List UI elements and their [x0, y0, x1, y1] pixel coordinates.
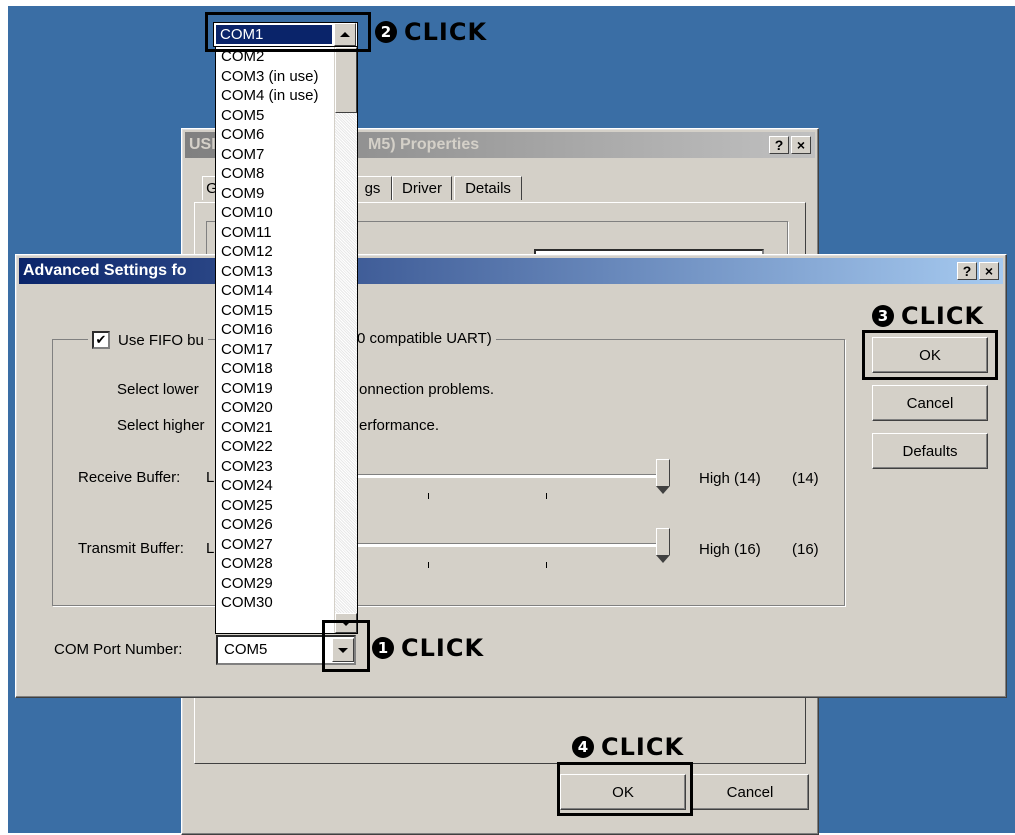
com-dropdown-item[interactable]: COM9 — [216, 184, 334, 204]
dialog-titlebar: Advanced Settings fo ? × — [19, 258, 1003, 284]
transmit-slider-thumb[interactable] — [656, 528, 670, 563]
step-number-1: 1 — [372, 637, 394, 659]
advanced-settings-dialog: Advanced Settings fo ? × ✔ Use FIFO bu 0… — [15, 254, 1007, 698]
com-dropdown-item[interactable]: COM28 — [216, 554, 334, 574]
annotation-step3: 3 CLICK — [872, 302, 984, 330]
com-dropdown-item[interactable]: COM20 — [216, 398, 334, 418]
receive-high-label: High (14) — [699, 470, 761, 487]
com-dropdown-item[interactable]: COM30 — [216, 593, 334, 613]
com-dropdown-item[interactable]: COM14 — [216, 281, 334, 301]
com-dropdown-item[interactable]: COM11 — [216, 223, 334, 243]
annotation-step1: 1 CLICK — [372, 634, 484, 662]
receive-buffer-label: Receive Buffer: — [78, 469, 181, 486]
step3-text: CLICK — [901, 302, 985, 330]
properties-title-left: USI — [189, 136, 216, 153]
step-number-2: 2 — [375, 21, 397, 43]
receive-value: (14) — [792, 470, 819, 487]
com-dropdown-item[interactable]: COM27 — [216, 535, 334, 555]
transmit-slider-track — [356, 543, 665, 547]
transmit-high-label: High (16) — [699, 541, 761, 558]
com-dropdown-item[interactable]: COM26 — [216, 515, 334, 535]
com-dropdown-item[interactable]: COM13 — [216, 262, 334, 282]
receive-tick — [428, 493, 429, 499]
dialog-defaults-button[interactable]: Defaults — [872, 433, 988, 469]
com-dropdown-item[interactable]: COM8 — [216, 164, 334, 184]
com-dropdown-item[interactable]: COM29 — [216, 574, 334, 594]
hint-lower-right: onnection problems. — [359, 381, 495, 398]
com-dropdown-item[interactable]: COM19 — [216, 379, 334, 399]
com-dropdown-item[interactable]: COM25 — [216, 496, 334, 516]
step1-text: CLICK — [401, 634, 485, 662]
tab-port-settings[interactable]: gs — [354, 176, 392, 200]
properties-title-right: M5) Properties — [368, 136, 480, 153]
transmit-tick — [546, 562, 547, 568]
com-dropdown-item[interactable]: COM12 — [216, 242, 334, 262]
annotation-step4: 4 CLICK — [572, 733, 684, 761]
com-dropdown-item[interactable]: COM5 — [216, 106, 334, 126]
receive-low-label: L — [206, 469, 215, 486]
com-dropdown-scrollbar[interactable] — [334, 47, 357, 633]
step-number-3: 3 — [872, 305, 894, 327]
hint-higher-right: erformance. — [359, 417, 440, 434]
annotation-step2: 2 CLICK — [375, 18, 487, 46]
com-port-value: COM5 — [224, 641, 268, 658]
hint-lower-left: Select lower — [117, 381, 199, 398]
highlight-step2 — [205, 12, 371, 52]
com-dropdown-item[interactable]: COM6 — [216, 125, 334, 145]
com-dropdown-item[interactable]: COM18 — [216, 359, 334, 379]
com-dropdown-list: COM2 COM3 (in use) COM4 (in use) COM5 COM6 CO… — [215, 46, 358, 634]
com-dropdown-item[interactable]: COM17 — [216, 340, 334, 360]
fifo-checkbox[interactable]: ✔ — [92, 331, 110, 349]
com-dropdown-scroll-thumb[interactable] — [335, 47, 357, 113]
dialog-title: Advanced Settings fo — [23, 262, 187, 279]
com-dropdown-item[interactable]: COM22 — [216, 437, 334, 457]
tab-driver[interactable]: Driver — [392, 176, 452, 200]
com-dropdown-item[interactable]: COM24 — [216, 476, 334, 496]
hint-higher-left: Select higher — [117, 417, 205, 434]
properties-help-button[interactable]: ? — [769, 136, 789, 154]
com-port-label: COM Port Number: — [54, 641, 183, 658]
com-dropdown-item[interactable]: COM10 — [216, 203, 334, 223]
receive-slider-track — [356, 474, 665, 478]
com-dropdown-item[interactable]: COM15 — [216, 301, 334, 321]
com-dropdown-item[interactable]: COM21 — [216, 418, 334, 438]
highlight-step4 — [557, 762, 693, 816]
com-dropdown-item[interactable]: COM7 — [216, 145, 334, 165]
dialog-help-button[interactable]: ? — [957, 262, 977, 280]
receive-slider-thumb[interactable] — [656, 459, 670, 494]
transmit-tick — [428, 562, 429, 568]
com-dropdown-item[interactable]: COM23 — [216, 457, 334, 477]
fifo-label-tail: 0 compatible UART) — [357, 330, 496, 347]
com-dropdown-item[interactable]: COM3 (in use) — [216, 67, 334, 87]
highlight-step1 — [322, 620, 370, 672]
transmit-buffer-label: Transmit Buffer: — [78, 540, 184, 557]
highlight-step3 — [862, 330, 998, 380]
dialog-close-button[interactable]: × — [979, 262, 999, 280]
properties-cancel-button[interactable]: Cancel — [691, 774, 809, 810]
properties-close-button[interactable]: × — [791, 136, 811, 154]
step2-text: CLICK — [404, 18, 488, 46]
transmit-low-label: L — [206, 540, 215, 557]
transmit-value: (16) — [792, 541, 819, 558]
step4-text: CLICK — [601, 733, 685, 761]
fifo-legend: ✔ Use FIFO bu — [88, 329, 208, 351]
com-dropdown-item[interactable]: COM4 (in use) — [216, 86, 334, 106]
fifo-label: Use FIFO bu — [118, 331, 204, 349]
tab-details[interactable]: Details — [454, 176, 522, 200]
com-dropdown-item[interactable]: COM16 — [216, 320, 334, 340]
com-dropdown-items: COM2 COM3 (in use) COM4 (in use) COM5 COM6 CO… — [216, 47, 334, 613]
receive-tick — [546, 493, 547, 499]
dialog-cancel-button[interactable]: Cancel — [872, 385, 988, 421]
step-number-4: 4 — [572, 736, 594, 758]
